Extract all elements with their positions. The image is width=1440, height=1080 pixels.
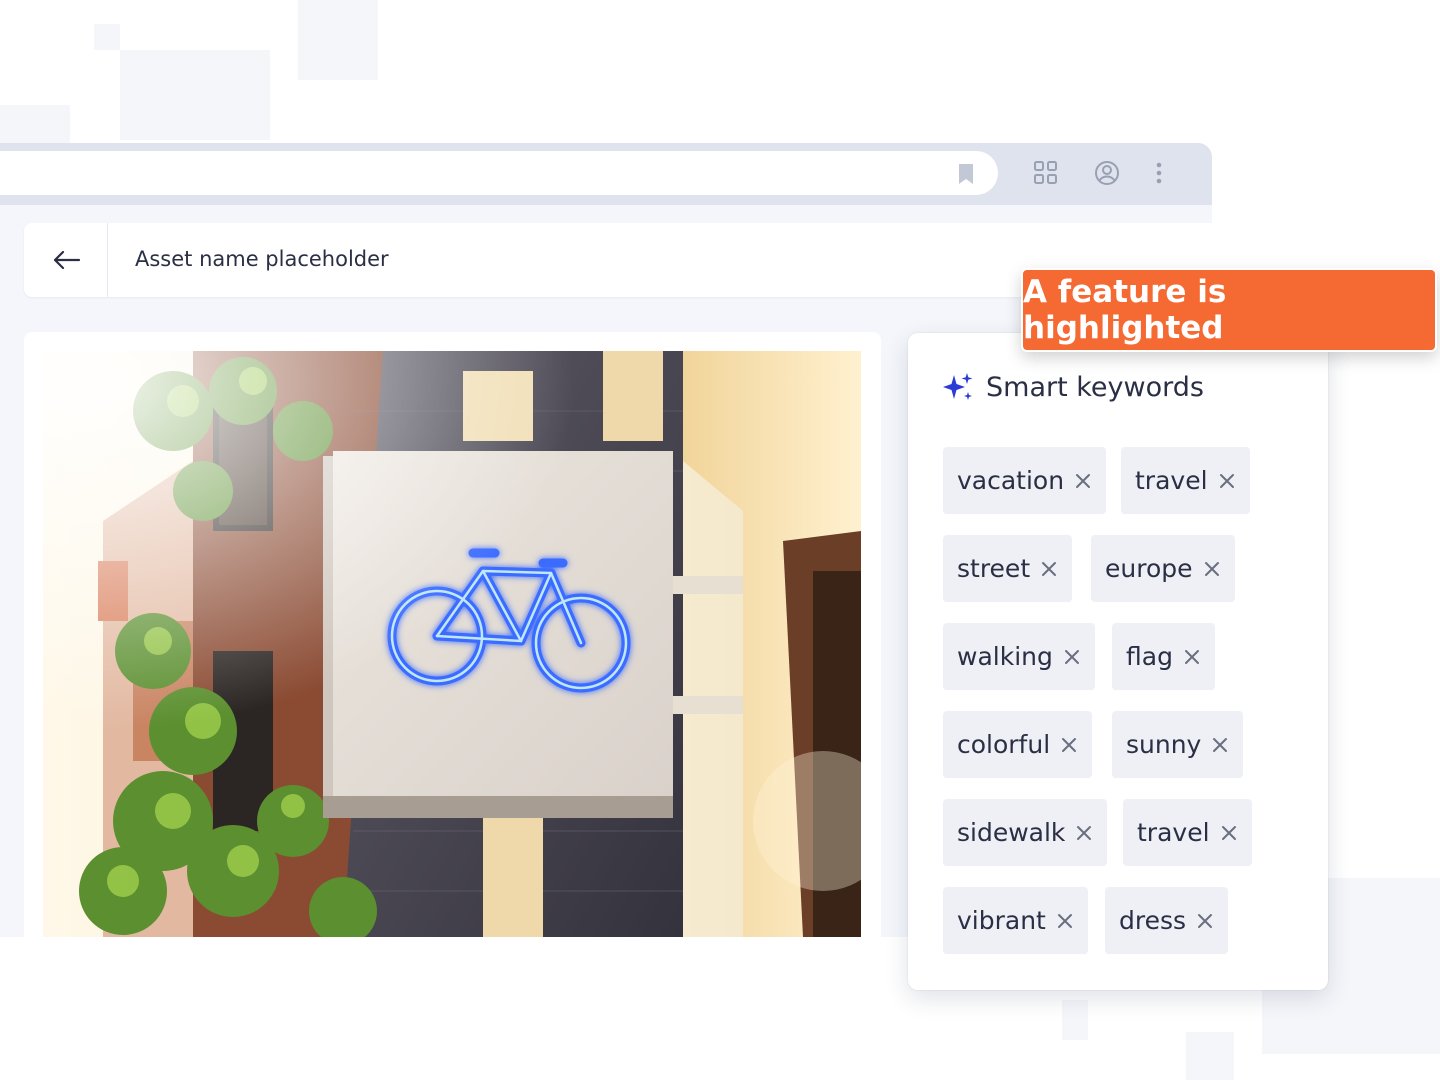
apps-grid-icon[interactable] — [1032, 159, 1060, 187]
sparkle-icon — [943, 373, 973, 400]
close-icon[interactable] — [1220, 824, 1238, 842]
close-icon[interactable] — [1056, 912, 1074, 930]
panel-header: Smart keywords — [942, 371, 1204, 403]
keyword-label: vacation — [957, 466, 1065, 495]
keyword-chip[interactable]: europe — [1091, 535, 1235, 602]
feature-highlight-callout: A feature is highlighted — [1021, 268, 1437, 352]
close-icon[interactable] — [1075, 824, 1093, 842]
background-decoration — [94, 24, 120, 50]
keyword-label: sidewalk — [957, 818, 1066, 847]
background-decoration — [1186, 1032, 1234, 1080]
close-icon[interactable] — [1060, 736, 1078, 754]
panel-title: Smart keywords — [986, 371, 1204, 403]
keyword-label: travel — [1135, 466, 1208, 495]
smart-keywords-panel: Smart keywords vacation travel street eu… — [908, 333, 1328, 990]
close-icon[interactable] — [1218, 472, 1236, 490]
keyword-label: dress — [1119, 906, 1187, 935]
page-title: Asset name placeholder — [135, 247, 389, 271]
keyword-chip[interactable]: sidewalk — [943, 799, 1108, 866]
close-icon[interactable] — [1203, 560, 1221, 578]
keyword-chip[interactable]: vibrant — [943, 887, 1088, 954]
keyword-label: europe — [1105, 554, 1193, 583]
keyword-chip[interactable]: dress — [1105, 887, 1229, 954]
close-icon[interactable] — [1183, 648, 1201, 666]
background-decoration — [120, 50, 270, 140]
keyword-chip[interactable]: travel — [1121, 447, 1250, 514]
keyword-chip[interactable]: sunny — [1112, 711, 1244, 778]
keyword-chip[interactable]: flag — [1112, 623, 1215, 690]
bookmark-icon[interactable] — [958, 163, 974, 185]
address-bar[interactable] — [0, 151, 998, 195]
arrow-left-icon — [53, 250, 80, 270]
keyword-chip[interactable]: travel — [1123, 799, 1252, 866]
asset-preview-card — [24, 332, 881, 937]
close-icon[interactable] — [1211, 736, 1229, 754]
background-decoration — [0, 105, 70, 143]
account-icon[interactable] — [1093, 159, 1121, 187]
close-icon[interactable] — [1196, 912, 1214, 930]
back-button[interactable] — [24, 223, 108, 297]
keyword-label: sunny — [1126, 730, 1202, 759]
keyword-chip[interactable]: vacation — [943, 447, 1107, 514]
keyword-label: flag — [1126, 642, 1173, 671]
keyword-chip[interactable]: street — [943, 535, 1073, 602]
keyword-label: travel — [1137, 818, 1210, 847]
keyword-label: vibrant — [957, 906, 1046, 935]
keyword-label: street — [957, 554, 1031, 583]
asset-image — [43, 351, 861, 937]
keyword-chip[interactable]: colorful — [943, 711, 1093, 778]
close-icon[interactable] — [1074, 472, 1092, 490]
keyword-chip[interactable]: walking — [943, 623, 1095, 690]
keyword-label: colorful — [957, 730, 1051, 759]
keyword-label: walking — [957, 642, 1053, 671]
background-decoration — [1062, 1000, 1088, 1040]
background-decoration — [298, 0, 378, 80]
close-icon[interactable] — [1063, 648, 1081, 666]
more-vert-icon[interactable] — [1145, 159, 1173, 187]
browser-toolbar — [0, 143, 1212, 205]
close-icon[interactable] — [1040, 560, 1058, 578]
